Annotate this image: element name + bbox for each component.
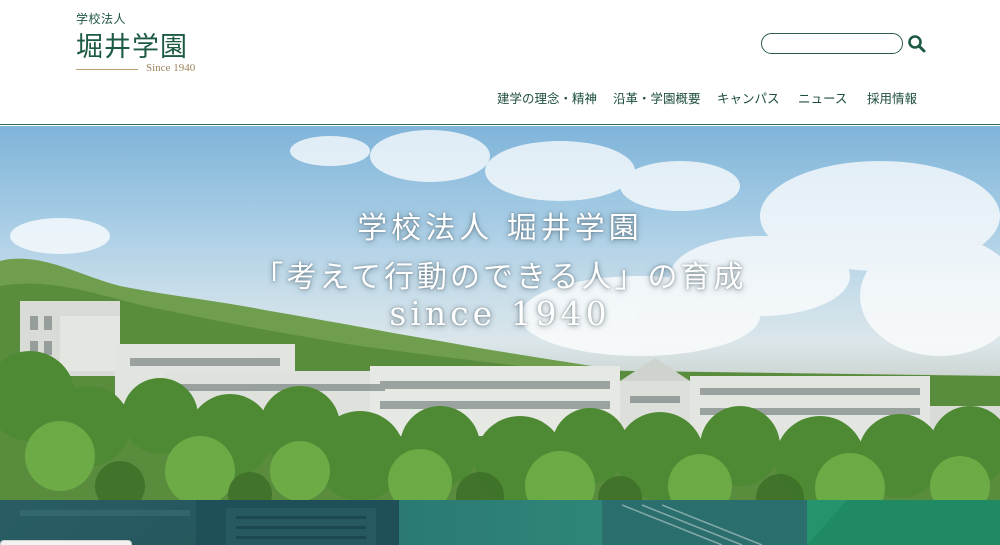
hero-heading-school: 学校法人 堀井学園 — [357, 211, 643, 246]
nav-item-news[interactable]: ニュース — [798, 88, 847, 107]
hero-heading-since: since 1940 — [389, 294, 611, 333]
feature-tiles — [0, 500, 1000, 545]
search-box — [761, 33, 928, 55]
logo-name: 堀井学園 — [76, 32, 188, 63]
hero-banner: 学校法人 堀井学園 「考えて行動のできる人」の育成 since 1940 — [0, 126, 1000, 500]
feature-tile-1[interactable] — [0, 500, 196, 545]
site-header: 学校法人 堀井学園 Since 1940 建学の理念・精神 沿革・学園概要 キャ… — [0, 0, 1000, 125]
feature-tile-4[interactable] — [602, 500, 807, 545]
feature-tile-2[interactable] — [196, 500, 399, 545]
hero-heading-motto: 「考えて行動のできる人」の育成 — [253, 260, 747, 295]
logo-since: Since 1940 — [146, 62, 196, 74]
search-input[interactable] — [761, 33, 903, 54]
feature-tile-5[interactable] — [807, 500, 1000, 545]
cookie-banner-tab[interactable] — [0, 540, 132, 545]
nav-item-recruit[interactable]: 採用情報 — [867, 88, 917, 107]
feature-tile-3[interactable] — [399, 500, 602, 545]
search-icon[interactable] — [907, 34, 927, 54]
nav-item-campus[interactable]: キャンパス — [717, 88, 780, 107]
nav-item-history[interactable]: 沿革・学園概要 — [613, 88, 701, 107]
site-logo[interactable]: 学校法人 堀井学園 Since 1940 — [76, 8, 206, 78]
logo-divider — [76, 69, 138, 70]
nav-item-philosophy[interactable]: 建学の理念・精神 — [497, 88, 597, 107]
